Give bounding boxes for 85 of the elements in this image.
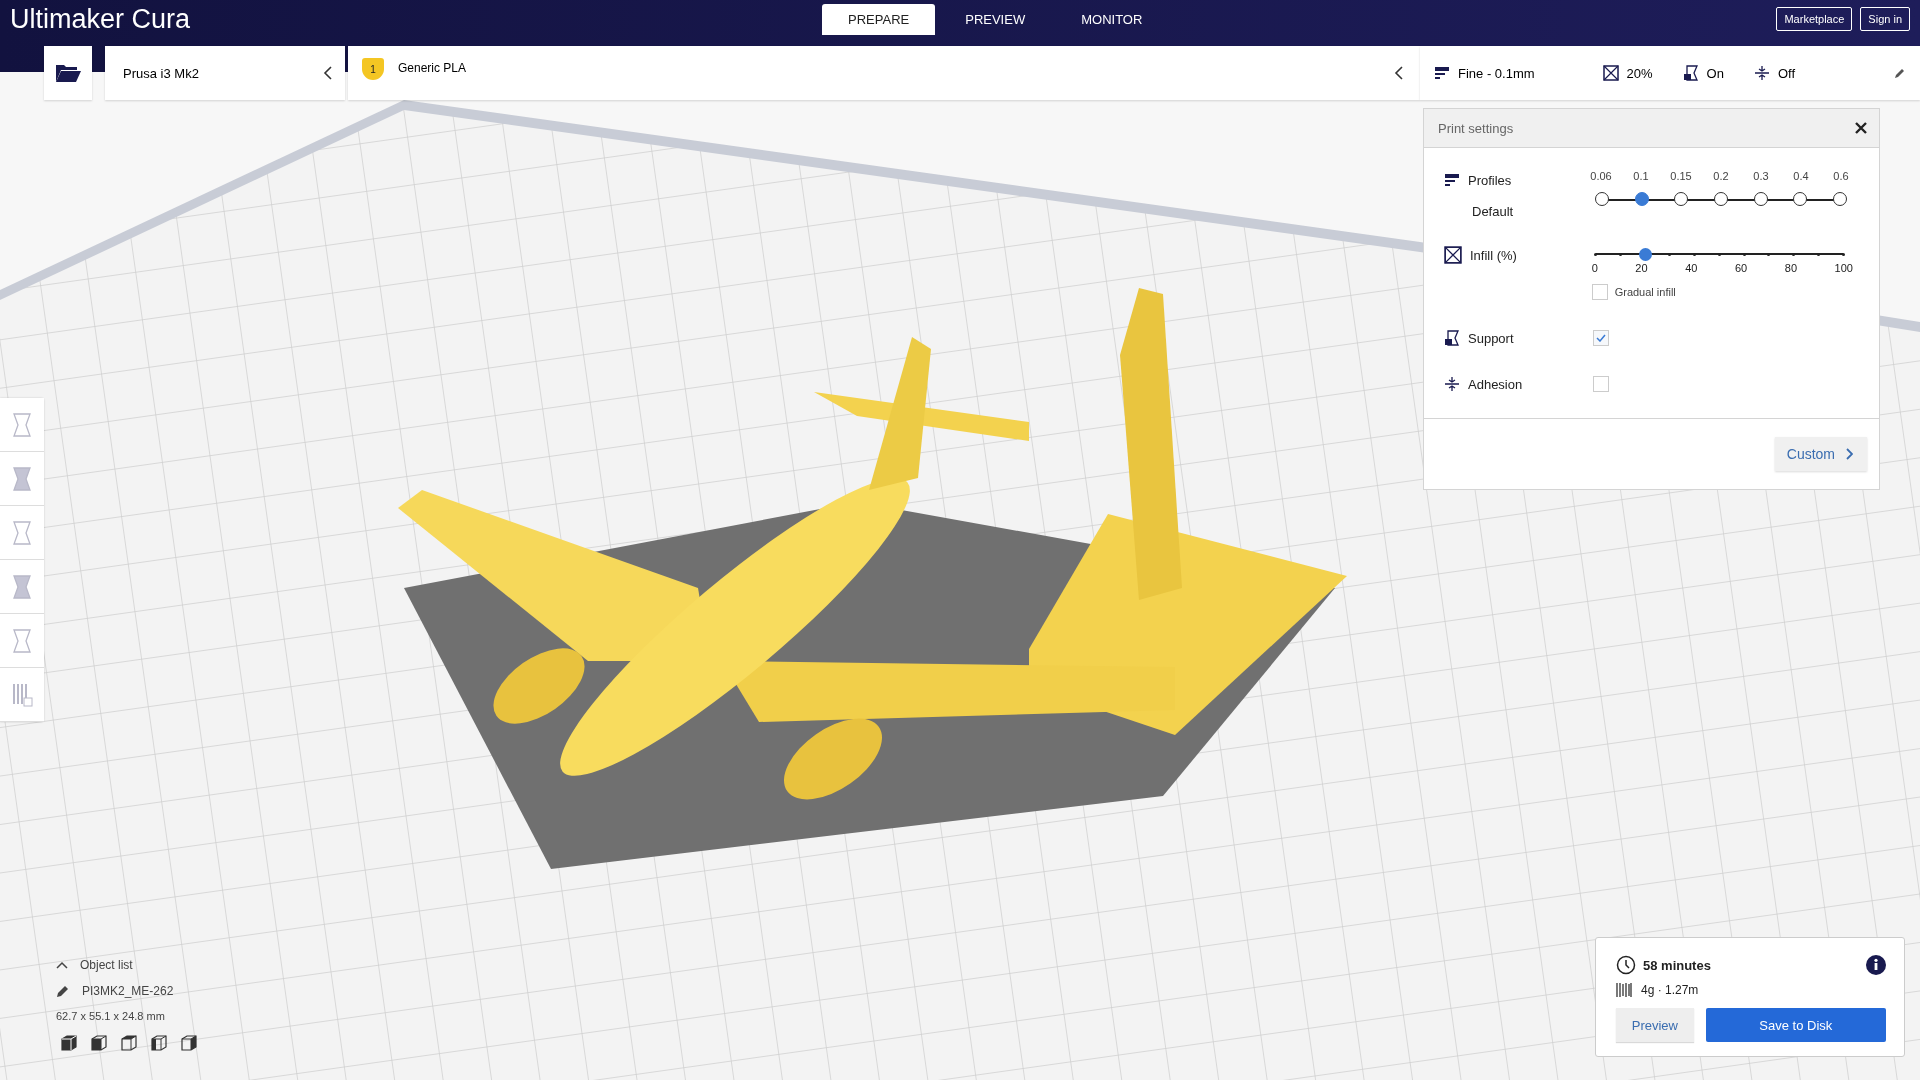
tick-label: 100: [1834, 262, 1853, 274]
infill-slider[interactable]: [1595, 247, 1843, 261]
chevron-left-icon: [323, 66, 333, 80]
chevron-right-icon: [1845, 448, 1853, 460]
custom-button[interactable]: Custom: [1774, 437, 1867, 471]
stripes-icon: [10, 681, 34, 708]
pencil-icon: [1894, 67, 1906, 79]
infill-icon: [1602, 65, 1619, 81]
profile-icon: [1434, 65, 1450, 81]
setting-label: Infill (%): [1470, 247, 1517, 263]
adhesion-value: Off: [1777, 65, 1796, 81]
tick-label: 80: [1784, 262, 1798, 274]
preview-button[interactable]: Preview: [1616, 1008, 1694, 1042]
header-button[interactable]: Sign in: [1860, 7, 1910, 31]
model-shape-icon: [10, 411, 34, 438]
profile-value: Fine - 0.1mm: [1458, 65, 1535, 81]
profile-stop[interactable]: [1832, 192, 1847, 206]
material-selector[interactable]: 1 Generic PLA: [348, 46, 1420, 100]
object-dimensions: 62.7 x 55.1 x 24.8 mm: [56, 1010, 166, 1022]
layer-height-label: 0.06: [1589, 170, 1613, 182]
layer-height-label: 0.1: [1632, 170, 1650, 182]
clock-icon: [1616, 955, 1636, 975]
extruder-badge: 1: [362, 58, 384, 80]
stage-tab[interactable]: PREVIEW: [939, 4, 1052, 35]
slider-thumb[interactable]: [1638, 247, 1652, 261]
chevron-up-icon[interactable]: [56, 961, 68, 969]
filament-icon: [1616, 982, 1632, 998]
model-shape-icon: [10, 627, 34, 654]
printer-selector[interactable]: Prusa i3 Mk2: [105, 46, 345, 100]
layer-height-label: 0.4: [1792, 170, 1810, 182]
setting-label: Support: [1468, 330, 1514, 346]
setting-label: Profiles: [1468, 172, 1512, 188]
view-cube-icon[interactable]: [180, 1034, 198, 1052]
chevron-left-icon: [1394, 66, 1404, 80]
support-value: On: [1706, 65, 1724, 81]
tick-label: 60: [1734, 262, 1748, 274]
profile-stop[interactable]: [1753, 192, 1768, 206]
view-cube-icon[interactable]: [150, 1034, 168, 1052]
object-list-title: Object list: [80, 958, 133, 972]
layer-height-label: 0.6: [1832, 170, 1850, 182]
layer-height-label: 0.15: [1669, 170, 1693, 182]
profile-icon: [1444, 172, 1460, 188]
pencil-icon: [56, 984, 70, 998]
infill-icon: [1444, 246, 1462, 264]
tick-label: 0: [1591, 262, 1598, 274]
tick-label: 20: [1635, 262, 1648, 274]
check-icon: [1596, 334, 1606, 342]
layer-height-label: 0.3: [1752, 170, 1770, 182]
infill-value: 20%: [1626, 65, 1653, 81]
stage-tab[interactable]: MONITOR: [1055, 4, 1169, 35]
profile-stop[interactable]: [1793, 192, 1808, 206]
checkbox-label: Gradual infill: [1614, 286, 1676, 298]
checkbox[interactable]: [1593, 376, 1609, 392]
material-usage: 4g · 1.27m: [1641, 983, 1699, 997]
layer-height-label: 0.2: [1712, 170, 1730, 182]
profile-stop[interactable]: [1595, 192, 1609, 206]
adhesion-icon: [1444, 376, 1460, 392]
open-file-button[interactable]: [44, 46, 92, 100]
profile-stop[interactable]: [1713, 192, 1728, 206]
header-button[interactable]: Marketplace: [1776, 7, 1853, 31]
checkbox[interactable]: [1593, 330, 1609, 346]
save-button[interactable]: Save to Disk: [1705, 1008, 1886, 1042]
object-name: PI3MK2_ME-262: [82, 984, 174, 998]
info-icon[interactable]: [1866, 955, 1886, 975]
view-cube-icon[interactable]: [60, 1034, 78, 1052]
model-shape-icon: [10, 465, 34, 492]
view-cube-icon[interactable]: [90, 1034, 108, 1052]
checkbox[interactable]: [1591, 284, 1608, 300]
model-shape-icon: [10, 573, 34, 600]
model-shape-icon: [10, 519, 34, 546]
view-cube-icon[interactable]: [120, 1034, 138, 1052]
adhesion-icon: [1753, 65, 1770, 81]
setting-label: Adhesion: [1468, 376, 1523, 392]
app-logo: Ultimaker Cura: [10, 3, 191, 36]
support-icon: [1444, 330, 1460, 346]
profile-stop[interactable]: [1674, 192, 1689, 206]
support-icon: [1682, 65, 1699, 81]
print-time: 58 minutes: [1643, 957, 1711, 973]
tick-label: 40: [1685, 262, 1698, 274]
setting-sublabel: Default: [1472, 204, 1515, 219]
close-icon[interactable]: [1854, 121, 1868, 135]
folder-icon: [55, 63, 81, 83]
print-settings-summary[interactable]: Fine - 0.1mm 20% On Off: [1420, 46, 1920, 100]
panel-title: Print settings: [1438, 120, 1514, 136]
stage-tab[interactable]: PREPARE: [822, 4, 936, 35]
